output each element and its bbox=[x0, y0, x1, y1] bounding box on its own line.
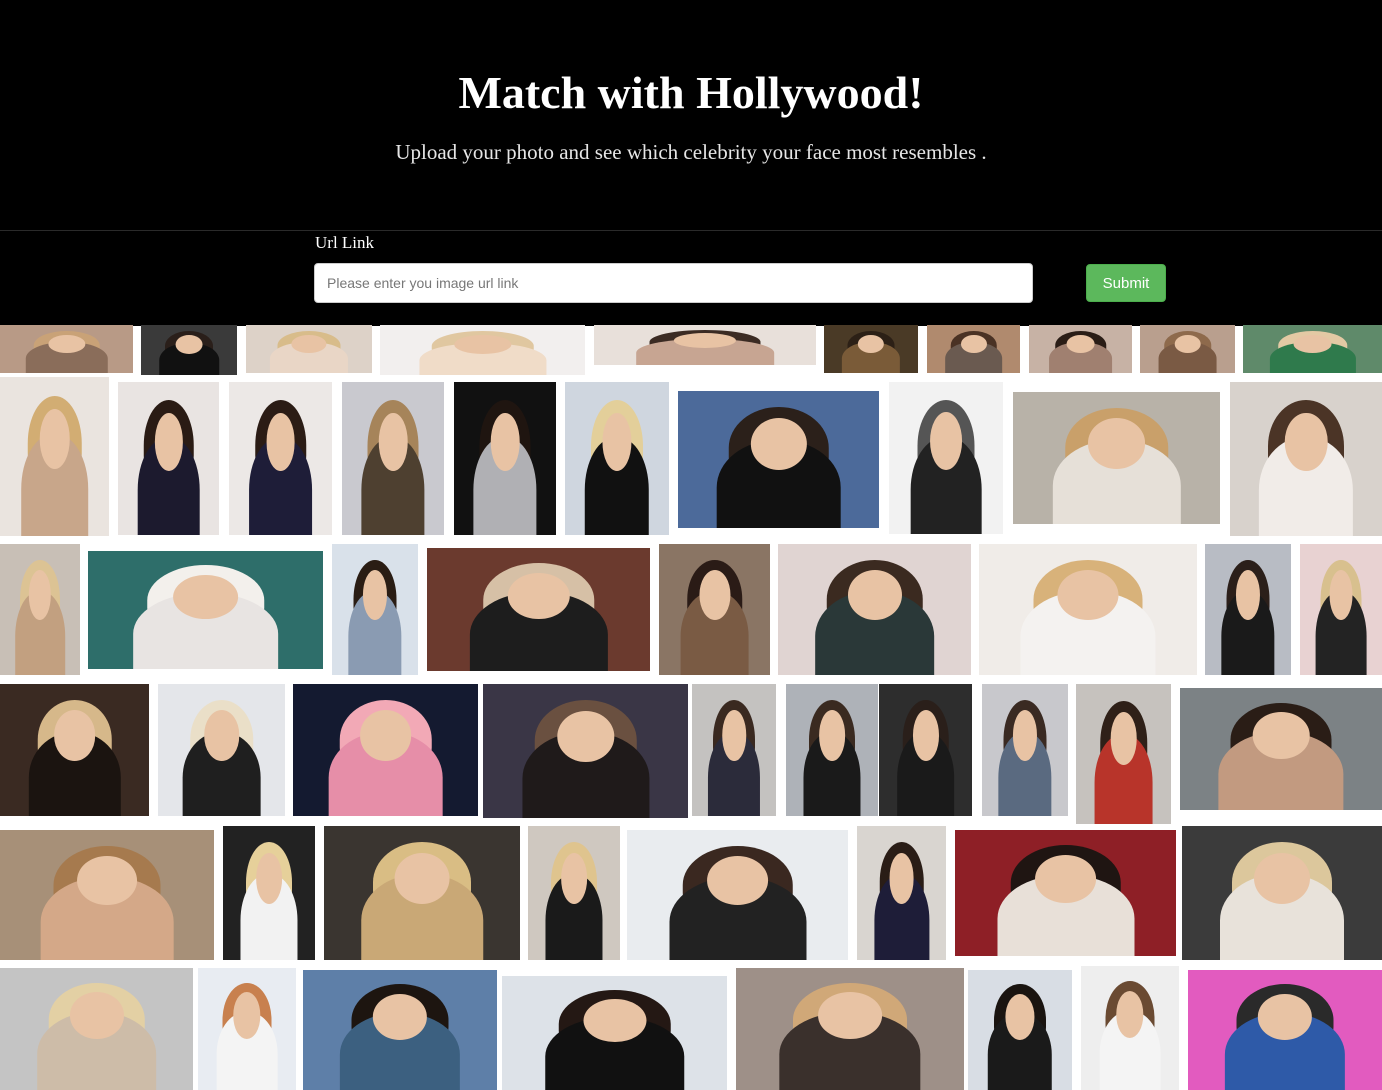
celebrity-photo-thumbnail bbox=[332, 544, 418, 675]
celebrity-photo-thumbnail bbox=[303, 970, 497, 1090]
celebrity-photo-thumbnail bbox=[968, 970, 1072, 1090]
celebrity-photo-thumbnail bbox=[324, 826, 520, 960]
celebrity-photo-thumbnail bbox=[1140, 325, 1235, 373]
celebrity-photo-thumbnail bbox=[1076, 684, 1171, 824]
url-label: Url Link bbox=[315, 233, 375, 252]
celebrity-photo-thumbnail bbox=[246, 325, 372, 373]
celebrity-photo-thumbnail bbox=[736, 968, 964, 1090]
celebrity-photo-thumbnail bbox=[627, 830, 848, 960]
celebrity-photo-thumbnail bbox=[565, 382, 669, 535]
celebrity-photo-thumbnail bbox=[927, 325, 1020, 373]
celebrity-photo-thumbnail bbox=[118, 382, 219, 535]
celebrity-photo-thumbnail bbox=[427, 548, 650, 671]
celebrity-photo-thumbnail bbox=[0, 684, 149, 816]
celebrity-photo-thumbnail bbox=[141, 325, 237, 375]
celebrity-photo-thumbnail bbox=[879, 684, 972, 816]
celebrity-photo-thumbnail bbox=[483, 684, 688, 818]
celebrity-photo-thumbnail bbox=[198, 968, 296, 1090]
celebrity-photo-thumbnail bbox=[982, 684, 1068, 816]
submit-button[interactable]: Submit bbox=[1086, 264, 1166, 302]
celebrity-photo-thumbnail bbox=[778, 544, 971, 675]
url-input[interactable] bbox=[314, 263, 1033, 303]
celebrity-photo-thumbnail bbox=[528, 826, 620, 960]
page-title: Match with Hollywood! bbox=[458, 67, 924, 118]
url-form: Url Link Submit bbox=[0, 230, 1382, 326]
celebrity-photo-thumbnail bbox=[786, 684, 878, 816]
celebrity-photo-thumbnail bbox=[1230, 382, 1382, 536]
celebrity-photo-thumbnail bbox=[454, 382, 556, 535]
celebrity-photo-thumbnail bbox=[857, 826, 946, 960]
celebrity-photo-thumbnail bbox=[889, 382, 1003, 534]
celebrity-photo-thumbnail bbox=[342, 382, 444, 535]
celebrity-photo-thumbnail bbox=[659, 544, 770, 675]
celebrity-photo-thumbnail bbox=[158, 684, 285, 816]
celebrity-photo-thumbnail bbox=[678, 391, 879, 528]
celebrity-photo-thumbnail bbox=[1243, 325, 1382, 373]
celebrity-photo-thumbnail bbox=[88, 551, 323, 669]
celebrity-photo-thumbnail bbox=[502, 976, 727, 1090]
celebrity-photo-thumbnail bbox=[0, 830, 214, 960]
celebrity-photo-thumbnail bbox=[1180, 688, 1382, 810]
celebrity-photo-thumbnail bbox=[380, 325, 585, 375]
celebrity-photo-thumbnail bbox=[1300, 544, 1382, 675]
celebrity-photo-thumbnail bbox=[0, 544, 80, 675]
celebrity-photo-thumbnail bbox=[229, 382, 332, 535]
celebrity-photo-thumbnail bbox=[1188, 970, 1382, 1090]
celebrity-photo-thumbnail bbox=[0, 377, 109, 536]
celebrity-photo-thumbnail bbox=[594, 325, 816, 365]
celebrity-photo-thumbnail bbox=[1182, 826, 1382, 960]
celebrity-photo-thumbnail bbox=[692, 684, 776, 816]
hero-banner: Match with Hollywood! Upload your photo … bbox=[0, 0, 1382, 230]
celebrity-photo-thumbnail bbox=[293, 684, 478, 816]
celebrity-photo-mosaic bbox=[0, 325, 1382, 1090]
celebrity-photo-thumbnail bbox=[955, 830, 1176, 956]
celebrity-photo-thumbnail bbox=[1081, 966, 1179, 1090]
celebrity-photo-thumbnail bbox=[223, 826, 315, 960]
celebrity-photo-thumbnail bbox=[1013, 392, 1220, 524]
celebrity-photo-thumbnail bbox=[0, 325, 133, 373]
page-subtitle: Upload your photo and see which celebrit… bbox=[395, 140, 987, 164]
celebrity-photo-thumbnail bbox=[1205, 544, 1291, 675]
celebrity-photo-thumbnail bbox=[1029, 325, 1132, 373]
celebrity-photo-thumbnail bbox=[824, 325, 918, 373]
celebrity-photo-thumbnail bbox=[979, 544, 1197, 675]
celebrity-photo-thumbnail bbox=[0, 968, 193, 1090]
